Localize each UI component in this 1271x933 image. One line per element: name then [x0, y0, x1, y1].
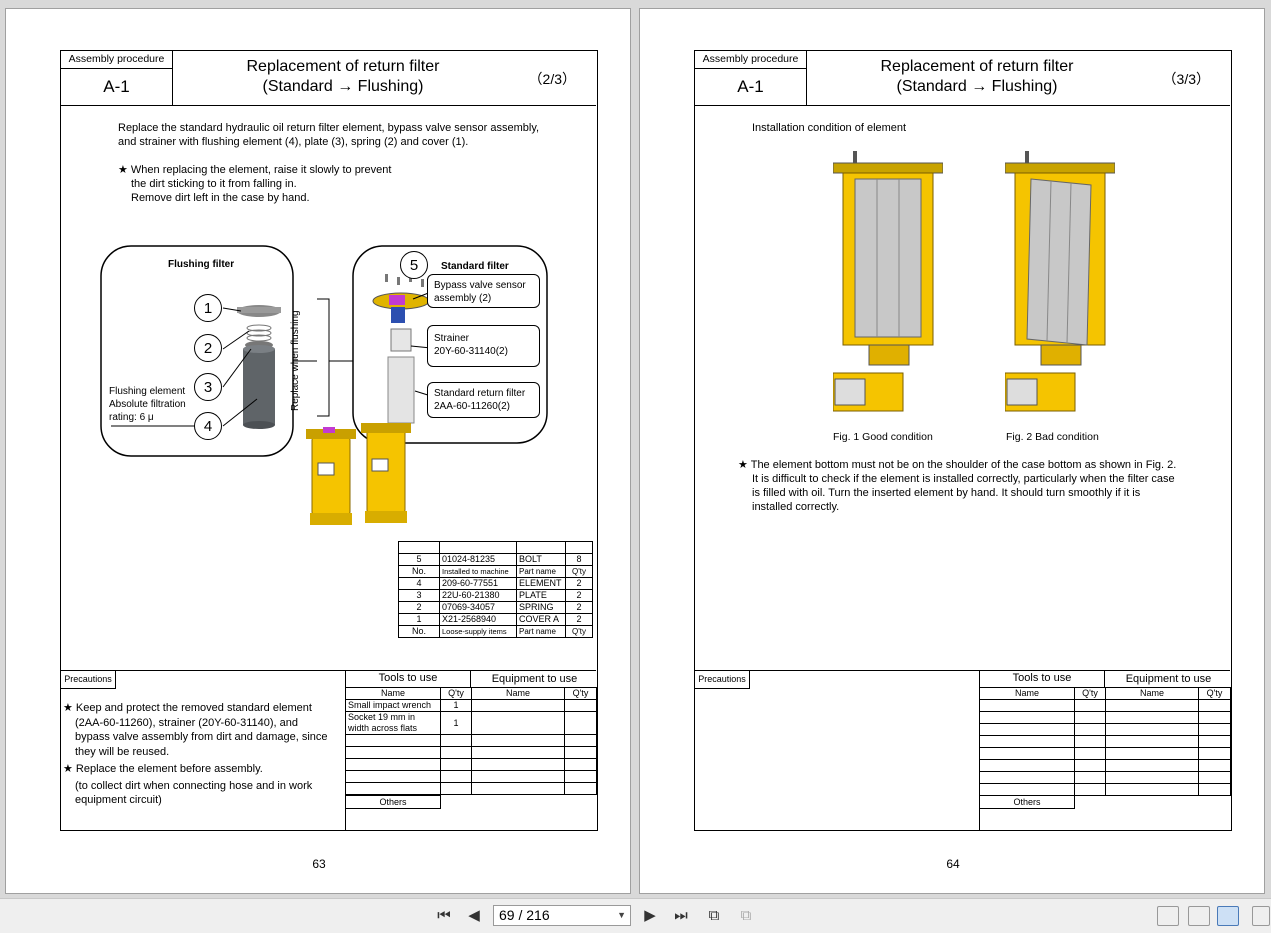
callout-2: 2 [194, 334, 222, 362]
parts-table: 5 01024-81235 BOLT 8 No. Installed to machin… [398, 541, 593, 638]
install-title: Installation condition of element [752, 122, 907, 134]
first-page-icon[interactable]: ⏮ [435, 907, 453, 925]
callout-4: 4 [194, 412, 222, 440]
precautions-text: ★ Keep and protect the removed standard … [63, 702, 328, 806]
callout-1: 1 [194, 294, 222, 322]
last-page-icon[interactable]: ⏭ [672, 907, 690, 925]
flushing-filter-title: Flushing filter [168, 259, 235, 270]
tools-table: Name Q'ty Name Q'ty Small impact wrench 1 So… [345, 687, 597, 795]
tools-section: Tools to use Equipment to use Name Q'ty Na… [345, 671, 597, 831]
precautions-label: Precautions [695, 671, 750, 689]
tools-header: Tools to use Equipment to use [346, 671, 597, 688]
facing-view-icon[interactable] [1217, 906, 1239, 926]
procedure-header: Assembly procedure A-1 Replacement of re… [61, 51, 596, 106]
callout-5: 5 [400, 251, 428, 279]
flushing-element-label: Flushing element Absolute filtration rat… [109, 386, 186, 423]
pdf-page-64: Assembly procedure A-1 Replacement of re… [639, 8, 1265, 894]
precautions-label: Precautions [61, 671, 116, 689]
table-row: 1 X21-2568940 COVER A2 [398, 613, 593, 626]
table-row: 2 07069-34057 SPRING 2 [398, 601, 593, 614]
table-row: Small impact wrench 1 [345, 699, 597, 712]
fig2-caption: Fig. 2 Bad condition [1006, 431, 1099, 443]
page-number-field[interactable]: 69 / 216 ▼ [493, 905, 631, 926]
procedure-frame: Assembly procedure A-1 Replacement of re… [694, 50, 1232, 831]
procedure-page: （2/3） [528, 71, 576, 87]
procedure-label: Assembly procedure [695, 51, 807, 69]
continuous-facing-view-icon[interactable] [1252, 906, 1270, 926]
filter-section-good-icon [833, 151, 943, 412]
standard-filter-title: Standard filter [441, 261, 509, 272]
procedure-frame: Assembly procedure A-1 Replacement of re… [60, 50, 598, 831]
table-row: No. Installed to machine Part name Q'ty [398, 565, 593, 578]
next-page-icon[interactable]: ▶ [641, 907, 659, 925]
intro-text: Replace the standard hydraulic oil retur… [118, 122, 540, 148]
procedure-page: （3/3） [1162, 71, 1210, 87]
procedure-header: Assembly procedure A-1 Replacement of re… [695, 51, 1230, 106]
procedure-title: Replacement of return filter (Standard →… [246, 58, 440, 95]
table-row: 5 01024-81235 BOLT 8 [398, 553, 593, 566]
strainer-callout: Strainer 20Y-60-31140(2) [427, 325, 540, 367]
viewer-toolbar: ⏮ ◀ 69 / 216 ▼ ▶ ⏭ ⧉ ⧉ [0, 898, 1271, 933]
precautions-section: Precautions Tools to use Equipment to us… [695, 670, 1231, 831]
tools-header: Tools to use Equipment to use [980, 671, 1231, 688]
fig1-caption: Fig. 1 Good condition [833, 431, 933, 443]
procedure-code: A-1 [61, 68, 173, 105]
continuous-view-icon[interactable] [1188, 906, 1210, 926]
note-text: ★ When replacing the element, raise it s… [118, 164, 392, 204]
tools-table: Name Q'ty Name Q'ty [979, 687, 1231, 796]
procedure-title: Replacement of return filter (Standard →… [880, 58, 1074, 95]
filter-section-bad-icon [1005, 151, 1115, 412]
callout-3: 3 [194, 373, 222, 401]
table-row: Socket 19 mm in width across flats 1 [345, 711, 597, 735]
bypass-callout: Bypass valve sensor assembly (2) [427, 274, 540, 308]
precautions-section: Precautions ★ Keep and protect the remov… [61, 670, 597, 831]
procedure-code: A-1 [695, 68, 807, 105]
installation-note: ★ The element bottom must not be on the … [738, 459, 1177, 513]
others-label: Others [346, 795, 441, 809]
table-row: No. Loose-supply items Part name Q'ty [398, 625, 593, 638]
chevron-down-icon[interactable]: ▼ [617, 906, 626, 925]
standard-filter-callout: Standard return filter 2AA-60-11260(2) [427, 382, 540, 418]
others-label: Others [980, 795, 1075, 809]
page-number: 63 [312, 857, 326, 871]
pdf-page-63: Assembly procedure A-1 Replacement of re… [5, 8, 631, 894]
tools-section: Tools to use Equipment to use Name Q'ty Na… [979, 671, 1231, 831]
go-back-view-icon[interactable]: ⧉ [705, 907, 723, 925]
table-row: 3 22U-60-21380 PLATE 2 [398, 589, 593, 602]
page-number: 64 [946, 857, 960, 871]
go-forward-view-icon[interactable]: ⧉ [737, 907, 755, 925]
single-page-view-icon[interactable] [1157, 906, 1179, 926]
replace-label: Replace when flushing [290, 310, 301, 411]
table-row: 4 209-60-77551 ELEMENT 2 [398, 577, 593, 590]
procedure-label: Assembly procedure [61, 51, 173, 69]
previous-page-icon[interactable]: ◀ [465, 907, 483, 925]
